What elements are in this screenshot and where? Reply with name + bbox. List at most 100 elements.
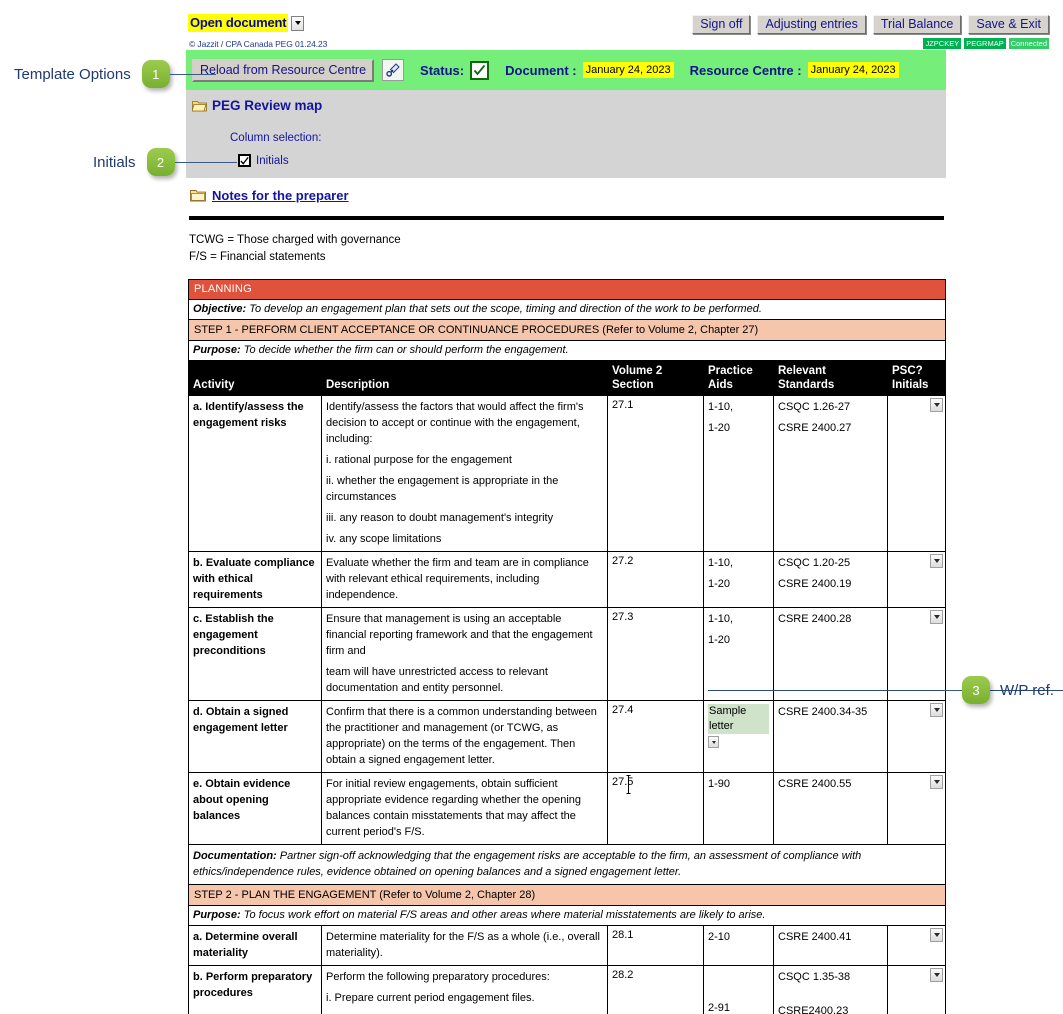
objective-label: Objective:: [193, 303, 247, 315]
step1-purpose-row: Purpose: To decide whether the firm can …: [187, 340, 947, 361]
column-header-aids-line2: Aids: [708, 379, 733, 391]
top-button-row: Sign off Adjusting entries Trial Balance…: [692, 15, 1049, 34]
step1-reference: (Refer to Volume 2, Chapter 27): [602, 324, 759, 336]
section-header-planning-label: PLANNING: [187, 279, 947, 300]
initials-checkbox-row[interactable]: Initials: [238, 154, 289, 167]
column-header-psc-line1: PSC?: [892, 365, 923, 377]
row-relevant-standards: CSQC 1.35-38 CSRE2400.23: [773, 965, 888, 1014]
table-row: a. Identify/assess the engagement risks …: [188, 395, 947, 552]
row-relevant-standards: CSRE 2400.41: [773, 925, 888, 966]
chevron-down-icon[interactable]: [930, 703, 944, 717]
status-tag-row: JZPCKEY PEGRMAP Connected: [923, 38, 1049, 49]
row-description: Perform the following preparatory proced…: [321, 965, 608, 1014]
callout-wp-ref: 3 W/P ref.: [944, 676, 1054, 704]
column-header-activity: Activity: [188, 360, 322, 396]
objective-cell: Objective: To develop an engagement plan…: [187, 299, 947, 320]
resource-centre-date-label: Resource Centre :: [689, 62, 802, 78]
row-initials-dropdown[interactable]: [886, 551, 947, 608]
row-activity: d. Obtain a signed engagement letter: [188, 700, 322, 773]
copyright-text: © Jazzit / CPA Canada PEG 01.24.23: [189, 39, 328, 49]
row-aid-ref: 1-10,: [708, 613, 734, 625]
row-standard-ref: CSRE 2400.55: [778, 778, 852, 790]
initials-checkbox[interactable]: [238, 154, 251, 167]
row-practice-aids: 1-10, 1-20: [703, 607, 774, 701]
purpose1-label: Purpose:: [193, 344, 241, 356]
row-practice-aids-sample-letter[interactable]: Sample letter: [703, 700, 774, 773]
column-header-relevant-standards: Relevant Standards: [773, 360, 888, 396]
notes-for-preparer-link[interactable]: Notes for the preparer: [190, 188, 349, 203]
status-badge-map: PEGRMAP: [964, 38, 1006, 49]
step2-purpose-row: Purpose: To focus work effort on materia…: [187, 905, 947, 926]
row-standard-ref: CSRE 2400.27: [778, 422, 852, 434]
chevron-down-icon[interactable]: [930, 968, 944, 982]
column-header-psc-line2: Initials: [892, 379, 929, 391]
chevron-down-icon[interactable]: [930, 610, 944, 624]
chevron-down-icon[interactable]: [930, 928, 944, 942]
horizontal-divider: [189, 216, 944, 220]
row-aid-ref: 1-10,: [708, 401, 734, 413]
step1-name: STEP 1 - PERFORM CLIENT ACCEPTANCE OR CO…: [194, 324, 600, 336]
table-row: b. Perform preparatory procedures Perfor…: [188, 965, 947, 1014]
sign-off-button[interactable]: Sign off: [692, 15, 751, 34]
row-volume2-section: 27.2: [607, 551, 704, 608]
row-volume2-section: 28.1: [607, 925, 704, 966]
chevron-down-icon[interactable]: [930, 775, 944, 789]
reload-from-resource-centre-button[interactable]: Reload from Resource Centre: [192, 58, 375, 82]
open-document-dropdown-arrow-icon[interactable]: [291, 15, 305, 31]
column-header-psc-initials: PSC? Initials: [886, 360, 947, 396]
documentation-cell: Documentation: Partner sign-off acknowle…: [187, 844, 947, 885]
row-description-line: Perform the following preparatory proced…: [326, 971, 550, 983]
column-selection-label: Column selection:: [230, 132, 322, 144]
row-description-line: team will have unrestricted access to re…: [326, 666, 548, 694]
purpose2-label: Purpose:: [193, 909, 241, 921]
text-cursor: [626, 775, 631, 794]
chevron-down-icon[interactable]: [930, 398, 944, 412]
trial-balance-button[interactable]: Trial Balance: [872, 15, 962, 34]
row-initials-dropdown[interactable]: [886, 607, 947, 701]
row-practice-aids: 2-91: [703, 965, 774, 1014]
column-header-aids-line1: Practice: [708, 365, 753, 377]
column-selection-panel: PEG Review map Column selection: Initial…: [186, 90, 946, 178]
row-initials-dropdown[interactable]: [886, 395, 947, 552]
open-document-label: Open document: [188, 14, 289, 32]
row-activity: a. Identify/assess the engagement risks: [188, 395, 322, 552]
row-description-line: i. rational purpose for the engagement: [326, 454, 512, 466]
resource-centre-date-value: January 24, 2023: [807, 62, 899, 78]
row-initials-dropdown[interactable]: [886, 925, 947, 966]
callout-leader-line: [174, 161, 237, 163]
column-header-volume2-line2: Section: [612, 379, 654, 391]
row-activity: b. Evaluate compliance with ethical requ…: [188, 551, 322, 608]
row-aid-ref: 1-10,: [708, 557, 734, 569]
row-practice-aids: 1-10, 1-20: [703, 551, 774, 608]
legend-line-fs: F/S = Financial statements: [189, 251, 326, 263]
adjusting-entries-button[interactable]: Adjusting entries: [757, 15, 866, 34]
callout-template-options: Template Options 1: [14, 60, 216, 88]
callout-wp-ref-label: W/P ref.: [1000, 681, 1054, 699]
document-date-value: January 24, 2023: [582, 62, 674, 78]
row-initials-dropdown[interactable]: [886, 965, 947, 1014]
save-and-exit-button[interactable]: Save & Exit: [968, 15, 1049, 34]
row-aid-ref: 1-90: [708, 778, 731, 790]
sample-letter-chevron-down-icon[interactable]: [708, 736, 719, 748]
status-checkbox[interactable]: [470, 60, 490, 80]
peg-review-map-table: PLANNING Objective: To develop an engage…: [187, 279, 947, 1014]
row-initials-dropdown[interactable]: [886, 700, 947, 773]
row-initials-dropdown[interactable]: [886, 772, 947, 845]
column-header-volume2-section: Volume 2 Section: [607, 360, 704, 396]
row-relevant-standards: CSRE 2400.28: [773, 607, 888, 701]
wrench-icon[interactable]: [382, 59, 405, 81]
abbreviation-legend: TCWG = Those charged with governance F/S…: [189, 232, 401, 266]
column-header-description: Description: [321, 360, 608, 396]
peg-review-map-link[interactable]: PEG Review map: [191, 98, 323, 113]
open-document-control[interactable]: Open document: [188, 14, 305, 32]
callout-leader-line: [944, 689, 962, 691]
chevron-down-icon[interactable]: [930, 554, 944, 568]
row-description-line: Determine materiality for the F/S as a w…: [326, 931, 600, 959]
row-aid-ref: 2-91: [708, 1002, 731, 1014]
peg-review-map-link-text: PEG Review map: [212, 98, 323, 113]
column-header-standards-line1: Relevant: [778, 365, 826, 377]
row-relevant-standards: CSRE 2400.34-35: [773, 700, 888, 773]
callout-badge-1: 1: [141, 60, 170, 88]
table-row: e. Obtain evidence about opening balance…: [188, 772, 947, 845]
table-row: c. Establish the engagement precondition…: [188, 607, 947, 701]
